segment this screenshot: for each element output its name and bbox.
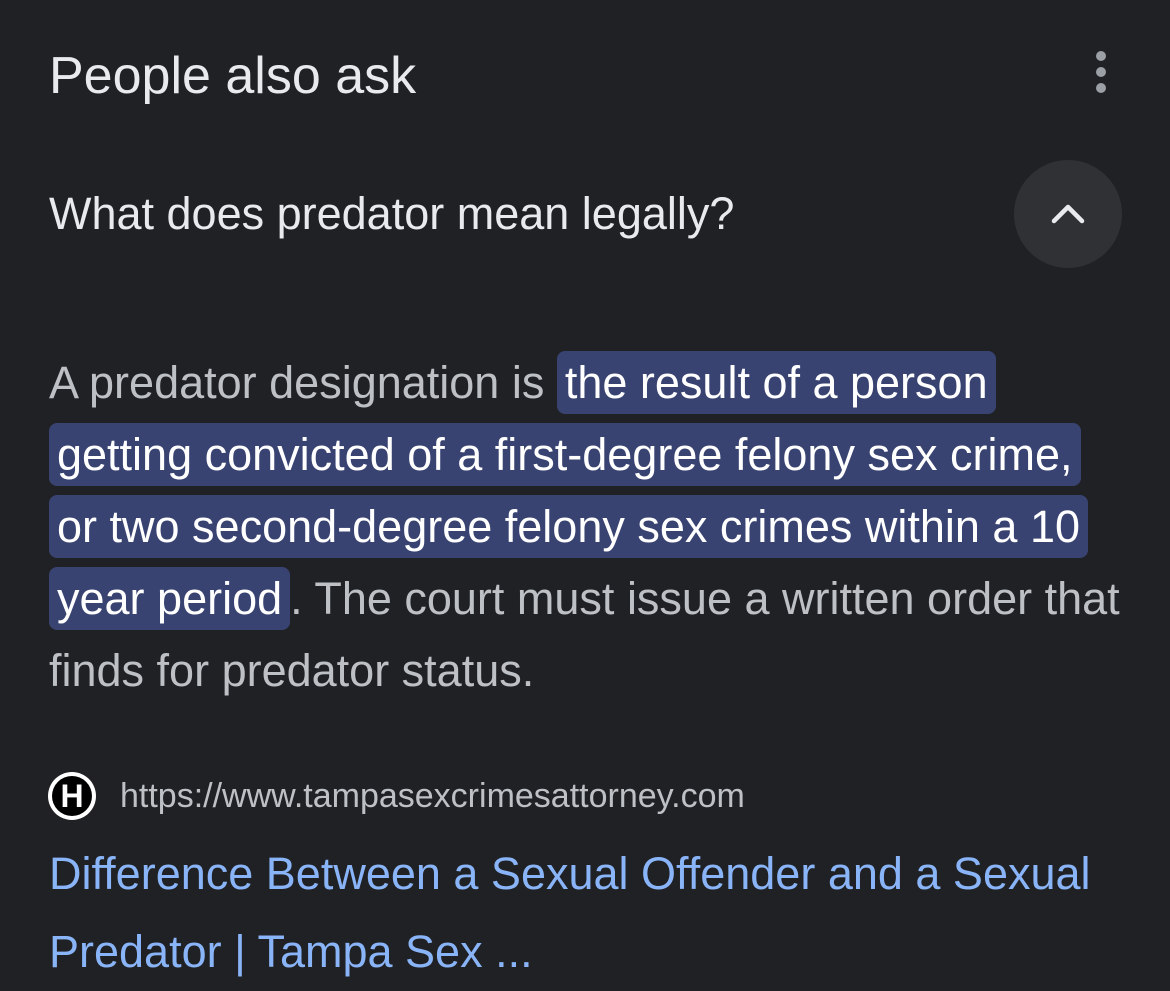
more-vert-icon-dot xyxy=(1096,83,1106,93)
source-url: https://www.tampasexcrimesattorney.com xyxy=(120,776,745,815)
chevron-up-icon xyxy=(1051,204,1085,224)
people-also-ask-panel: People also ask What does predator mean … xyxy=(0,0,1170,983)
source-row[interactable]: H https://www.tampasexcrimesattorney.com xyxy=(48,770,745,822)
answer-snippet: A predator designation is the result of … xyxy=(49,347,1124,707)
result-title-link[interactable]: Difference Between a Sexual Offender and… xyxy=(49,835,1124,991)
section-title: People also ask xyxy=(49,47,417,105)
site-favicon-icon: H xyxy=(48,772,96,820)
collapse-button[interactable] xyxy=(1014,160,1122,268)
question-row[interactable]: What does predator mean legally? xyxy=(0,160,1170,270)
favicon-letter: H xyxy=(52,776,92,816)
more-vert-icon-dot xyxy=(1096,67,1106,77)
answer-prefix: A predator designation is xyxy=(49,357,557,408)
question-text: What does predator mean legally? xyxy=(49,188,735,239)
more-options-button[interactable] xyxy=(1078,46,1124,98)
more-vert-icon xyxy=(1096,51,1106,61)
